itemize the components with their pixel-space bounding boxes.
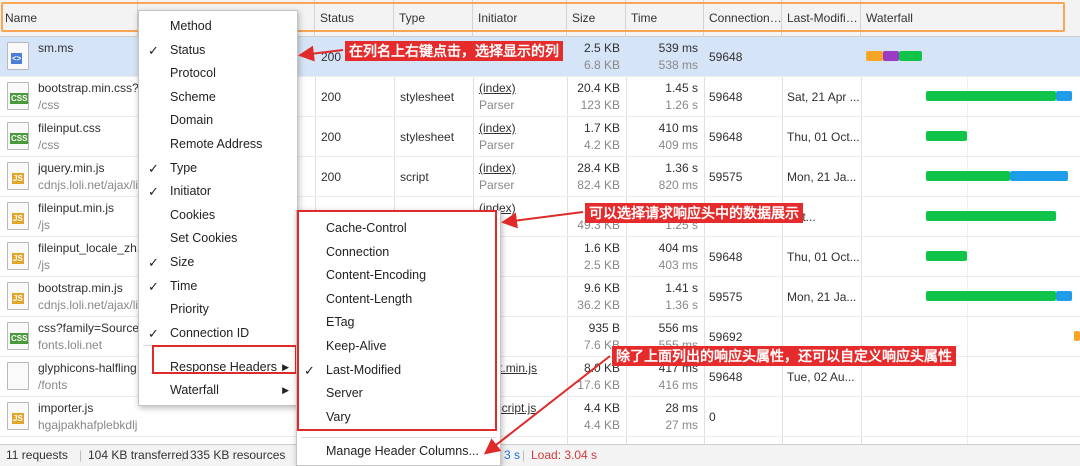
annotation-arrows <box>298 45 611 455</box>
